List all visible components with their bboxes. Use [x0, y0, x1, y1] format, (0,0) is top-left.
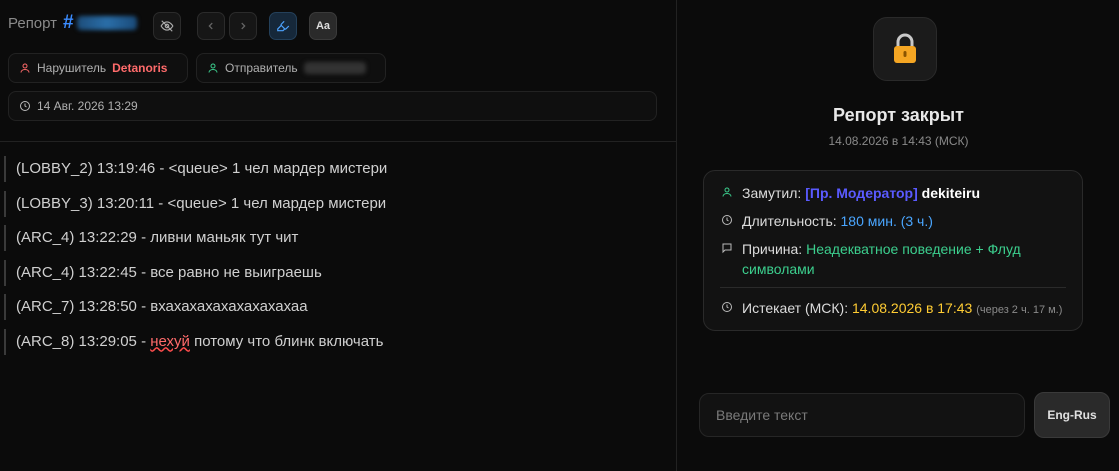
chat-message: (ARC_4) 13:22:29 - ливни маньяк тут чит	[4, 225, 664, 251]
message-list: (LOBBY_2) 13:19:46 - <queue> 1 чел марде…	[4, 156, 664, 363]
font-size-button[interactable]: Aa	[309, 12, 337, 40]
message-suffix: потому что блинк включать	[189, 332, 384, 350]
sender-label: Отправитель	[225, 61, 298, 75]
duration-value: 180 мин. (3 ч.)	[840, 213, 933, 229]
user-icon	[20, 63, 30, 73]
report-status-pane: Репорт закрыт 14.08.2026 в 14:43 (МСК) З…	[678, 0, 1119, 471]
report-header: Репорт #	[8, 12, 137, 34]
status-title: Репорт закрыт	[833, 105, 964, 125]
user-icon	[208, 63, 218, 73]
user-icon	[722, 187, 732, 197]
clock-icon	[722, 302, 732, 312]
violator-name[interactable]: Detanoris	[112, 61, 167, 75]
page-title: Репорт #	[8, 12, 137, 34]
report-view: Репорт # Aa Нарушитель Detanoris Отправи…	[0, 0, 1119, 471]
timestamp-chip: 14 Авг. 2026 13:29	[8, 91, 657, 121]
reason-label: Причина:	[742, 241, 803, 257]
violator-label: Нарушитель	[37, 61, 107, 75]
chat-message: (ARC_4) 13:22:45 - все равно не выиграеш…	[4, 259, 664, 286]
clock-icon	[722, 215, 732, 225]
flagged-word: нехуй	[150, 332, 190, 350]
punishment-card: Замутил: [Пр. Модератор] dekiteiru Длите…	[703, 170, 1083, 331]
lock-badge	[873, 17, 937, 81]
message-prefix: (ARC_8) 13:29:05 -	[16, 332, 151, 350]
prev-button[interactable]	[197, 12, 225, 40]
muted-by-row: Замутил: [Пр. Модератор] dekiteiru	[720, 183, 1066, 203]
closed-at: 14.08.2026 в 14:43 (МСК)	[828, 134, 969, 148]
chat-message: (LOBBY_3) 13:20:11 - <queue> 1 чел марде…	[4, 190, 664, 217]
duration-row: Длительность: 180 мин. (3 ч.)	[720, 211, 1066, 231]
next-button[interactable]	[229, 12, 257, 40]
chat-message: (LOBBY_2) 13:19:46 - <queue> 1 чел марде…	[4, 156, 664, 182]
chat-message: (ARC_7) 13:28:50 - вхахахахахахахахахаа	[4, 294, 664, 320]
report-timestamp: 14 Авг. 2026 13:29	[37, 99, 138, 113]
muted-by-label: Замутил:	[742, 185, 802, 201]
eye-off-icon	[160, 20, 174, 32]
expires-value: 14.08.2026 в 17:43	[851, 300, 973, 316]
highlight-toggle-button[interactable]	[269, 12, 297, 40]
toggle-visibility-button[interactable]	[153, 12, 181, 40]
expires-label: Истекает (МСК):	[742, 300, 849, 316]
header-divider	[0, 141, 677, 142]
chevron-left-icon	[208, 22, 213, 30]
report-title-label: Репорт	[8, 14, 58, 32]
sender-chip: Отправитель	[196, 53, 386, 83]
duration-label: Длительность:	[742, 213, 837, 229]
message-input-wrapper	[699, 393, 1025, 437]
highlighter-icon	[277, 20, 290, 32]
moderator-name[interactable]: dekiteiru	[922, 185, 980, 201]
expires-relative: (через 2 ч. 17 м.)	[976, 304, 1063, 316]
report-hash-symbol: #	[63, 12, 74, 33]
chevron-right-icon	[241, 22, 246, 30]
layout-convert-button[interactable]: Eng-Rus	[1034, 392, 1110, 438]
violator-chip: Нарушитель Detanoris	[8, 53, 188, 83]
report-chat-pane: Репорт # Aa Нарушитель Detanoris Отправи…	[0, 0, 677, 471]
reason-row: Причина: Неадекватное поведение + Флуд с…	[720, 239, 1066, 279]
card-divider	[720, 287, 1066, 288]
sender-name-redacted	[303, 62, 366, 74]
clock-icon	[20, 101, 30, 111]
chat-message-flagged: (ARC_8) 13:29:05 - нехуй потому что блин…	[4, 328, 664, 355]
message-icon	[722, 243, 732, 254]
report-id-redacted	[76, 16, 137, 30]
message-input[interactable]	[716, 407, 1008, 423]
expires-row: Истекает (МСК): 14.08.2026 в 17:43 (чере…	[720, 298, 1066, 320]
moderator-role: [Пр. Модератор]	[805, 185, 918, 201]
lock-icon	[894, 33, 916, 63]
